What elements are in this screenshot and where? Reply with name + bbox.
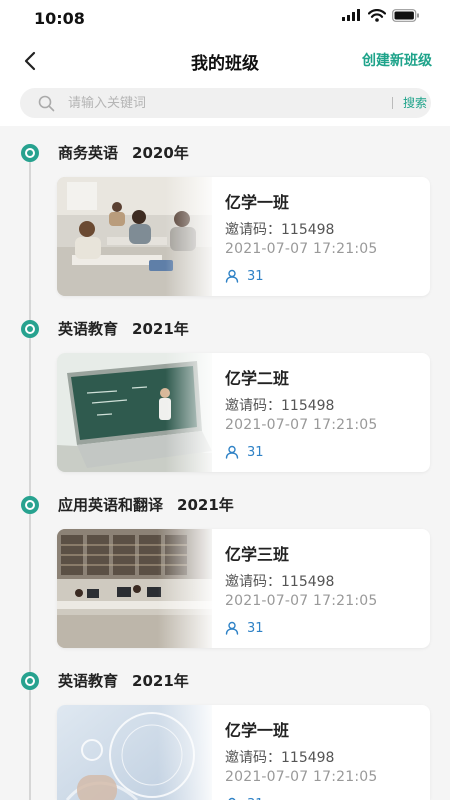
person-icon [225, 621, 239, 635]
create-class-button[interactable]: 创建新班级 [362, 50, 432, 70]
group-title: 应用英语和翻译 2021年 [58, 494, 234, 515]
search-input[interactable] [68, 92, 358, 114]
timeline-dot-icon [21, 672, 39, 690]
invite-code: 邀请码：115498 [225, 574, 335, 590]
chevron-left-icon [24, 51, 36, 71]
class-name: 亿学三班 [225, 545, 290, 564]
member-count-value: 31 [247, 268, 264, 284]
class-thumbnail-classroom [57, 177, 212, 296]
group-year: 2021年 [132, 672, 189, 690]
battery-icon [392, 8, 419, 22]
class-card[interactable]: 亿学二班 邀请码：115498 2021-07-07 17:21:05 31 [57, 353, 430, 472]
class-card[interactable]: 亿学三班 邀请码：115498 2021-07-07 17:21:05 31 [57, 529, 430, 648]
search-icon [38, 95, 55, 112]
group-title: 商务英语 2020年 [58, 142, 189, 163]
back-button[interactable] [18, 48, 44, 74]
class-thumbnail-library [57, 529, 212, 648]
class-name: 亿学一班 [225, 721, 290, 740]
class-name: 亿学一班 [225, 193, 290, 212]
member-count: 31 [225, 268, 264, 284]
group-title: 英语教育 2021年 [58, 670, 189, 691]
group-year: 2020年 [132, 144, 189, 162]
invite-code: 邀请码：115498 [225, 222, 335, 238]
search-button[interactable]: 搜索 [403, 94, 427, 111]
signal-icon [342, 9, 360, 21]
created-time: 2021-07-07 17:21:05 [225, 417, 378, 433]
person-icon [225, 269, 239, 283]
group-major: 英语教育 [58, 672, 119, 690]
group-year: 2021年 [177, 496, 234, 514]
group-year: 2021年 [132, 320, 189, 338]
search-divider [392, 97, 393, 109]
class-thumbnail-education [57, 705, 212, 800]
class-thumbnail-laptop [57, 353, 212, 472]
member-count: 31 [225, 444, 264, 460]
group-major: 应用英语和翻译 [58, 496, 164, 514]
created-time: 2021-07-07 17:21:05 [225, 241, 378, 257]
status-icons [342, 8, 420, 22]
member-count: 31 [225, 796, 264, 800]
member-count: 31 [225, 620, 264, 636]
search-bar: 搜索 [0, 80, 450, 126]
status-bar: 10:08 [0, 0, 450, 40]
person-icon [225, 445, 239, 459]
timeline-dot-icon [21, 320, 39, 338]
group-title: 英语教育 2021年 [58, 318, 189, 339]
timeline-dot-icon [21, 144, 39, 162]
member-count-value: 31 [247, 797, 264, 800]
timeline-line [29, 150, 31, 800]
class-card[interactable]: 亿学一班 邀请码：115498 2021-07-07 17:21:05 31 [57, 705, 430, 800]
header-bar: 我的班级 创建新班级 [0, 40, 450, 80]
timeline-dot-icon [21, 496, 39, 514]
class-card[interactable]: 亿学一班 邀请码：115498 2021-07-07 17:21:05 31 [57, 177, 430, 296]
class-name: 亿学二班 [225, 369, 290, 388]
created-time: 2021-07-07 17:21:05 [225, 593, 378, 609]
search-box: 搜索 [20, 88, 431, 118]
invite-code: 邀请码：115498 [225, 750, 335, 766]
wifi-icon [368, 8, 386, 22]
status-time: 10:08 [34, 9, 85, 28]
member-count-value: 31 [247, 620, 264, 636]
group-major: 英语教育 [58, 320, 119, 338]
group-major: 商务英语 [58, 144, 119, 162]
invite-code: 邀请码：115498 [225, 398, 335, 414]
member-count-value: 31 [247, 444, 264, 460]
created-time: 2021-07-07 17:21:05 [225, 769, 378, 785]
